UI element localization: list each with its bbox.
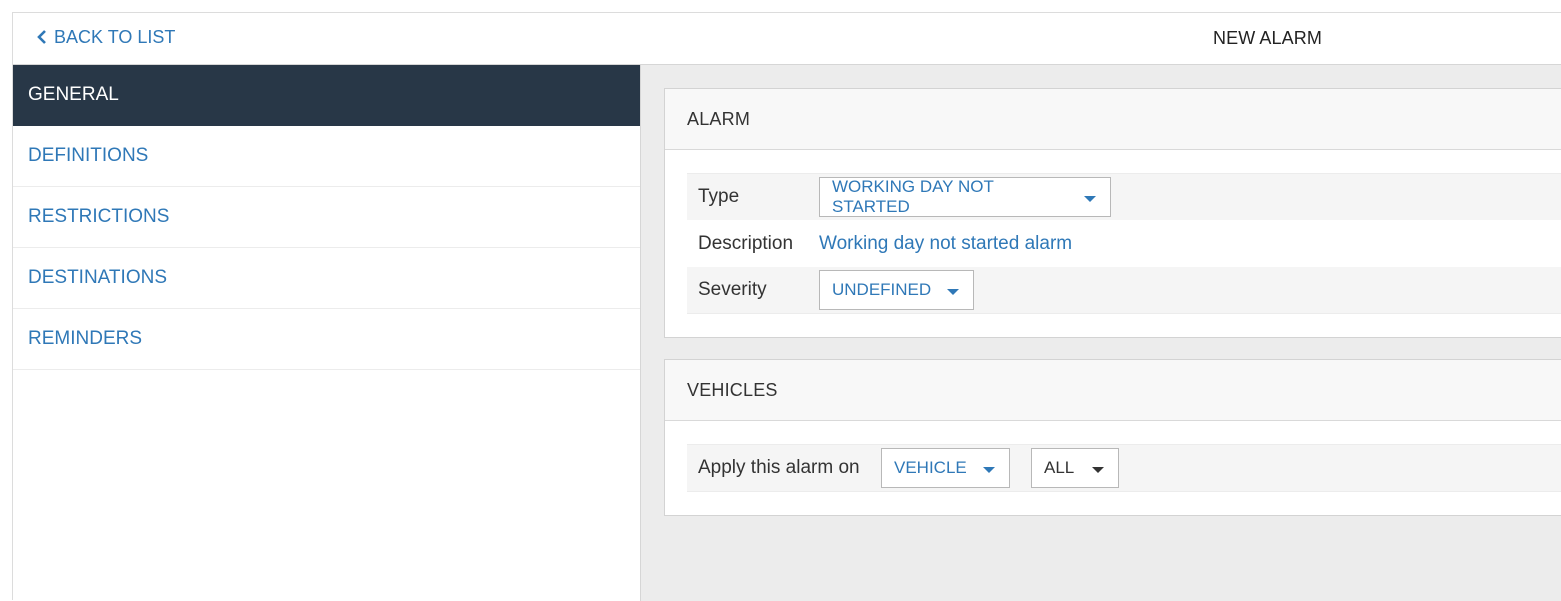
main-content: ALARM Type WORKING DAY NOT STARTED Descr… <box>641 65 1561 601</box>
sidebar-item-label: RESTRICTIONS <box>28 206 170 227</box>
apply-label: Apply this alarm on <box>698 457 860 478</box>
sidebar-item-label: REMINDERS <box>28 328 143 349</box>
apply-row: Apply this alarm on VEHICLE ALL <box>687 445 1561 491</box>
vehicles-form: Apply this alarm on VEHICLE ALL <box>687 444 1561 492</box>
caret-down-icon <box>1084 195 1096 202</box>
severity-label: Severity <box>698 279 767 300</box>
caret-down-icon <box>1092 466 1104 473</box>
alarm-form: Type WORKING DAY NOT STARTED Description… <box>687 173 1561 314</box>
alarm-panel: ALARM Type WORKING DAY NOT STARTED Descr… <box>664 88 1561 338</box>
scope-select-value: ALL <box>1044 458 1075 477</box>
sidebar-item-destinations[interactable]: DESTINATIONS <box>13 248 640 309</box>
description-value[interactable]: Working day not started alarm <box>819 233 1072 255</box>
type-label: Type <box>698 186 740 207</box>
target-select[interactable]: VEHICLE <box>881 448 1010 488</box>
sidebar-item-label: GENERAL <box>28 84 119 105</box>
back-link-label: BACK TO LIST <box>54 26 176 47</box>
sidebar-item-label: DEFINITIONS <box>28 145 149 166</box>
chevron-left-icon <box>37 30 47 44</box>
caret-down-icon <box>983 466 995 473</box>
sidebar-item-reminders[interactable]: REMINDERS <box>13 309 640 370</box>
description-label: Description <box>698 232 794 254</box>
target-select-value: VEHICLE <box>894 458 967 477</box>
type-select-value: WORKING DAY NOT STARTED <box>832 177 994 216</box>
sidebar: GENERAL DEFINITIONS RESTRICTIONS DESTINA… <box>13 65 641 601</box>
vehicles-panel-title: VEHICLES <box>665 360 1561 421</box>
app-frame: BACK TO LIST NEW ALARM GENERAL DEFINITIO… <box>12 12 1561 601</box>
type-row: Type WORKING DAY NOT STARTED <box>687 174 1561 220</box>
page-title: NEW ALARM <box>1213 28 1322 48</box>
caret-down-icon <box>947 288 959 295</box>
alarm-panel-title: ALARM <box>665 89 1561 150</box>
back-to-list-link[interactable]: BACK TO LIST <box>37 26 175 48</box>
severity-row: Severity UNDEFINED <box>687 267 1561 313</box>
vehicles-panel: VEHICLES Apply this alarm on VEHICLE ALL <box>664 359 1561 516</box>
header-bar: BACK TO LIST NEW ALARM <box>13 13 1561 65</box>
sidebar-item-label: DESTINATIONS <box>28 267 167 288</box>
sidebar-item-definitions[interactable]: DEFINITIONS <box>13 126 640 187</box>
scope-select[interactable]: ALL <box>1031 448 1119 488</box>
sidebar-item-restrictions[interactable]: RESTRICTIONS <box>13 187 640 248</box>
description-row: Description Working day not started alar… <box>687 220 1561 267</box>
severity-select-value: UNDEFINED <box>832 280 932 299</box>
sidebar-item-general[interactable]: GENERAL <box>13 65 640 126</box>
type-select[interactable]: WORKING DAY NOT STARTED <box>819 177 1111 217</box>
severity-select[interactable]: UNDEFINED <box>819 270 974 310</box>
